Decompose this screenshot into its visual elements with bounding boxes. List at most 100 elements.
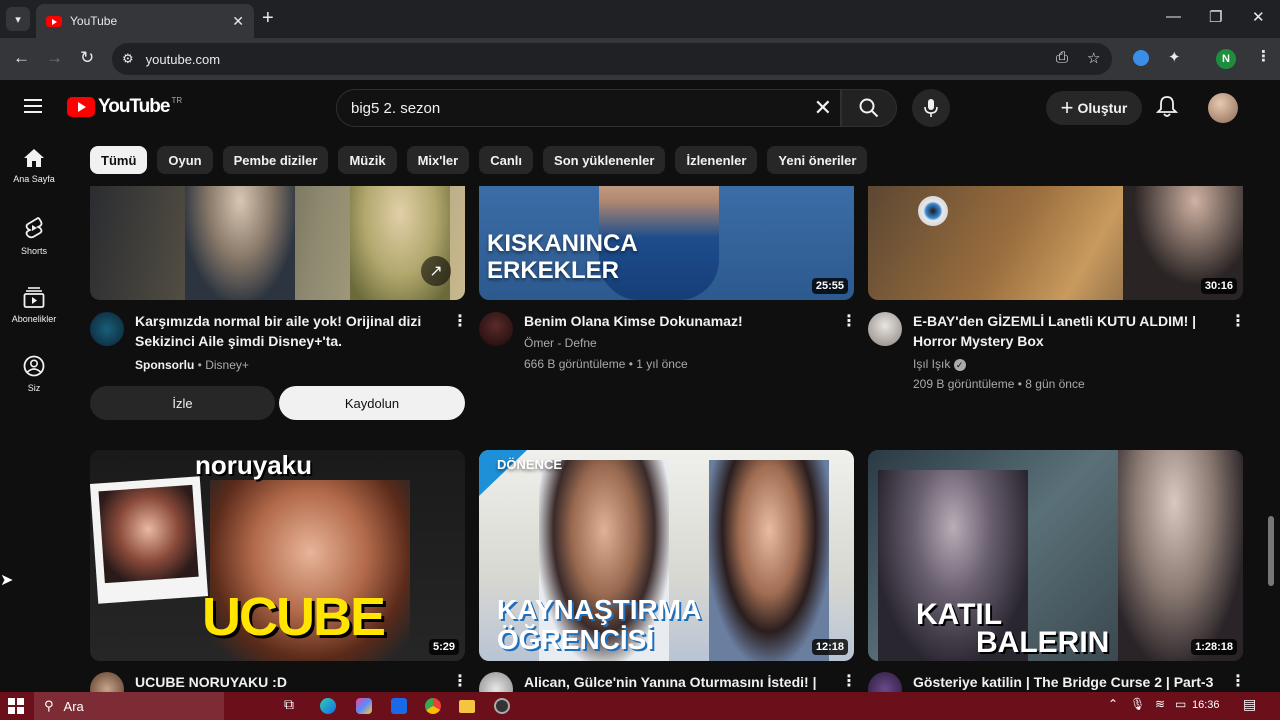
taskbar-search-label: Ara [63,698,84,714]
external-link-icon[interactable]: ↗ [421,256,451,286]
chip-gaming[interactable]: Oyun [157,146,213,174]
copilot-icon[interactable] [356,698,372,714]
clear-search-icon[interactable]: ✕ [814,95,832,121]
thumbnail-caption: ÖĞRENCİSİ [497,624,655,655]
channel-name[interactable]: Işıl Işık ✓ [913,357,966,371]
channel-avatar[interactable] [90,312,124,346]
video-thumbnail[interactable]: ↗ [90,186,465,300]
verified-icon: ✓ [953,359,966,371]
chip-new-to-you[interactable]: Yeni öneriler [767,146,868,174]
forward-icon[interactable]: → [46,48,63,68]
site-info-icon[interactable]: ⚙ [122,51,134,67]
video-title[interactable]: UCUBE NORUYAKU :D [135,672,435,692]
microphone-icon [924,99,938,117]
minimize-icon[interactable]: — [1166,8,1181,25]
video-thumbnail[interactable]: 30:16 [868,186,1243,300]
show-hidden-icons-icon[interactable]: ⌃ [1108,697,1118,711]
title-line: Sekizinci Aile şimdi Disney+'ta. [135,333,343,349]
chip-soap-operas[interactable]: Pembe diziler [222,146,329,174]
channel-avatar[interactable] [479,672,513,692]
video-title[interactable]: Karşımızda normal bir aile yok! Orijinal… [135,311,435,351]
outlook-icon[interactable] [391,698,407,714]
windows-taskbar: ⚲ Ara ⧉ ⌃ 🎙 ≋ ▭ 16:36 ▤ [0,692,1280,720]
more-actions-icon[interactable]: ⋮ [1230,314,1246,330]
back-icon[interactable]: ← [13,48,30,68]
chip-live[interactable]: Canlı [479,146,534,174]
thumbnail-caption: DÖNENCE [497,457,563,472]
page-scrollbar[interactable] [1268,516,1274,586]
account-avatar[interactable] [1208,93,1238,123]
video-stats: 666 B görüntüleme • 1 yıl önce [524,357,688,371]
video-title[interactable]: Alican, Gülce'nin Yanına Oturmasını İste… [524,672,824,692]
chip-recently-uploaded[interactable]: Son yüklenenler [543,146,666,174]
browser-tab-strip: ▾ YouTube ✕ + — ❐ ✕ [0,0,1280,38]
extension-icon[interactable] [1133,50,1149,66]
search-button[interactable] [841,89,897,127]
bookmark-star-icon[interactable]: ☆ [1087,49,1100,67]
youtube-logo[interactable]: YouTube TR [67,96,182,118]
windows-start-icon[interactable] [8,698,24,714]
youtube-play-icon [67,97,95,117]
more-actions-icon[interactable]: ⋮ [1230,674,1246,690]
tab-title: YouTube [70,14,118,28]
browser-menu-icon[interactable]: ⋮ [1256,47,1271,65]
task-view-icon[interactable]: ⧉ [284,696,294,713]
install-app-icon[interactable]: ⎙ [1056,49,1068,66]
video-thumbnail[interactable]: DÖNENCE KAYNAŞTIRMA ÖĞRENCİSİ 12:18 [479,450,854,661]
video-thumbnail[interactable]: KATIL BALERIN 1:28:18 [868,450,1243,661]
channel-name[interactable]: Ömer - Defne [524,336,597,350]
video-thumbnail[interactable]: KISKANINCA ERKEKLER 25:55 [479,186,854,300]
subscribe-button[interactable]: Kaydolun [279,386,465,420]
edge-browser-icon[interactable] [320,698,336,714]
more-actions-icon[interactable]: ⋮ [841,314,857,330]
reload-icon[interactable]: ↻ [80,48,94,68]
profile-avatar[interactable]: N [1216,49,1236,69]
extensions-puzzle-icon[interactable]: ✦ [1168,48,1181,66]
sponsored-label: Sponsorlu [135,358,195,372]
watch-button[interactable]: İzle [90,386,275,420]
notifications-button[interactable] [1155,94,1179,123]
video-duration: 25:55 [811,278,848,294]
taskbar-search[interactable]: ⚲ Ara [34,692,224,720]
video-title[interactable]: Gösteriye katilin | The Bridge Curse 2 |… [913,672,1233,692]
tab-search-menu-icon[interactable]: ▾ [6,7,30,31]
browser-tab-youtube[interactable]: YouTube ✕ [36,4,254,38]
close-window-icon[interactable]: ✕ [1252,8,1265,26]
chrome-icon[interactable] [425,698,441,714]
channel-avatar[interactable] [479,312,513,346]
create-label: Oluştur [1077,100,1128,116]
channel-avatar[interactable] [90,672,124,692]
chip-all[interactable]: Tümü [90,146,148,174]
thumbnail-caption: KISKANINCA [487,230,638,257]
channel-avatar[interactable] [868,312,902,346]
file-explorer-icon[interactable] [459,700,475,713]
plus-icon: + [1060,95,1074,120]
video-title[interactable]: E-BAY'den GİZEMLİ Lanetli KUTU ALDIM! | … [913,311,1223,351]
more-actions-icon[interactable]: ⋮ [841,674,857,690]
more-actions-icon[interactable]: ⋮ [452,314,468,330]
chip-watched[interactable]: İzlenenler [675,146,758,174]
create-button[interactable]: + Oluştur [1046,91,1142,125]
video-thumbnail[interactable]: noruyaku UCUBE 5:29 [90,450,465,661]
tab-close-icon[interactable]: ✕ [232,13,244,30]
title-line: Benim Olana Kimse Dokunamaz! [524,313,743,329]
battery-icon[interactable]: ▭ [1175,697,1186,711]
taskbar-clock[interactable]: 16:36 [1192,699,1220,711]
restore-icon[interactable]: ❐ [1209,8,1222,26]
chip-music[interactable]: Müzik [338,146,397,174]
logo-text: YouTube [98,96,170,117]
menu-icon[interactable] [24,99,42,113]
video-title[interactable]: Benim Olana Kimse Dokunamaz! [524,311,824,331]
title-line: Horror Mystery Box [913,333,1044,349]
wifi-icon[interactable]: ≋ [1155,697,1165,711]
address-bar[interactable]: ⚙ youtube.com [112,43,1112,75]
notification-center-icon[interactable]: ▤ [1243,696,1256,713]
channel-avatar[interactable] [868,672,902,692]
voice-search-button[interactable] [912,89,950,127]
more-actions-icon[interactable]: ⋮ [452,674,468,690]
new-tab-icon[interactable]: + [262,8,274,28]
media-app-icon[interactable] [494,698,510,714]
thumbnail-eyeball [918,196,948,226]
search-input[interactable] [351,99,814,117]
chip-mixes[interactable]: Mix'ler [406,146,470,174]
